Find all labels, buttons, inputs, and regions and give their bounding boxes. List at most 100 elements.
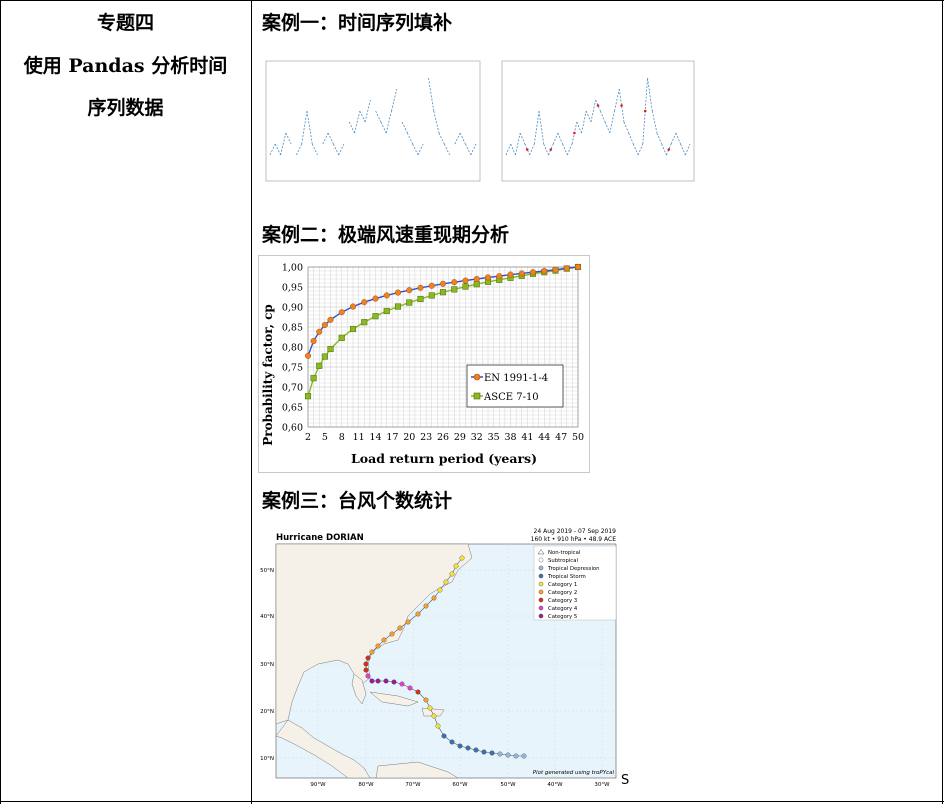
data-point-asce: [428, 292, 435, 299]
data-point-en: [529, 269, 537, 276]
data-point-asce: [349, 325, 357, 333]
table-border-left: [0, 0, 1, 804]
table-border-bottom: [0, 801, 944, 802]
data-point-en: [552, 266, 559, 273]
filled-point: [525, 148, 529, 151]
legend-label: Category 4: [548, 606, 578, 612]
data-point-asce: [327, 345, 334, 353]
legend-swatch: [538, 597, 544, 603]
x-tick-label: 47: [555, 432, 567, 443]
x-tick-label: 11: [353, 432, 365, 443]
data-point-en: [372, 295, 379, 302]
storm-track-point: [459, 555, 465, 561]
storm-track-point: [407, 685, 413, 691]
storm-track-point: [473, 747, 479, 753]
y-tick-label: 0,85: [282, 323, 303, 334]
data-point-asce: [439, 289, 447, 296]
data-point-en: [349, 303, 357, 310]
legend-swatch: [538, 557, 544, 563]
x-tick-label: 2: [305, 432, 311, 443]
y-axis-label: Probability factor, cp: [261, 304, 275, 446]
legend-marker-en: [473, 373, 481, 381]
legend-label: Category 3: [548, 598, 577, 604]
table-border-top: [0, 0, 944, 1]
longitude-label: 90°W: [310, 782, 326, 788]
legend-marker-asce: [473, 392, 481, 400]
storm-track-point: [521, 753, 527, 759]
storm-track-point: [437, 587, 443, 593]
storm-track-point: [389, 631, 395, 637]
legend-label-asce: ASCE 7-10: [483, 392, 539, 403]
storm-track-point: [399, 681, 405, 687]
case-1-title: 案例一：时间序列填补: [262, 12, 453, 34]
legend-swatch: [538, 573, 544, 579]
x-tick-label: 8: [339, 432, 345, 443]
data-point-asce: [304, 393, 312, 400]
data-point-en: [541, 267, 548, 275]
map-legend: Non-tropical Subtropical Tropical Depressi…: [533, 545, 617, 621]
storm-track-point: [423, 603, 429, 609]
x-tick-label: 29: [454, 432, 466, 443]
filled-point: [620, 104, 623, 107]
data-point-asce: [361, 319, 368, 326]
storm-track-point: [375, 678, 381, 684]
legend-swatch: [538, 565, 544, 571]
probability-factor-chart: Probability factor, cp Load return perio…: [258, 255, 590, 473]
storm-track-point: [369, 649, 375, 655]
storm-track-point: [449, 739, 455, 745]
storm-track-point: [457, 743, 463, 749]
y-tick-label: 1,00: [282, 263, 303, 274]
storm-track-point: [431, 713, 437, 719]
topic-line-2: 使用 Pandas 分析时间: [23, 55, 228, 77]
storm-track-point: [381, 637, 387, 643]
topic-line-3: 序列数据: [87, 97, 164, 119]
data-point-asce: [451, 286, 458, 293]
data-point-en: [563, 265, 570, 272]
storm-track-point: [465, 745, 471, 751]
x-tick-label: 44: [538, 432, 550, 443]
map-dates: 24 Aug 2019 - 07 Sep 2019: [534, 528, 617, 535]
data-point-asce: [383, 307, 390, 315]
longitude-label: 60°W: [452, 782, 468, 788]
storm-track-point: [405, 619, 411, 625]
data-point-en: [518, 270, 525, 277]
x-tick-label: 14: [369, 432, 381, 443]
case-2-title: 案例二：极端风速重现期分析: [262, 224, 510, 246]
data-point-en: [428, 282, 435, 289]
data-point-asce: [473, 281, 480, 288]
y-tick-label: 0,80: [282, 343, 303, 354]
data-point-en: [394, 289, 402, 296]
x-tick-label: 32: [471, 432, 483, 443]
latitude-label: 30°N: [260, 662, 274, 668]
filled-point: [596, 104, 600, 107]
stray-mark: S: [621, 773, 630, 788]
storm-track-point: [513, 753, 519, 759]
storm-track-point: [369, 678, 375, 684]
x-tick-label: 20: [403, 432, 415, 443]
legend-swatch: [538, 581, 544, 587]
legend-label-en: EN 1991-1-4: [484, 373, 548, 384]
data-point-en: [383, 292, 390, 299]
column-divider: [251, 0, 252, 804]
data-point-en: [310, 337, 317, 345]
data-point-en: [439, 280, 447, 287]
legend-label: Non-tropical: [548, 550, 580, 556]
data-point-asce: [372, 313, 379, 320]
x-tick-label: 23: [420, 432, 432, 443]
case-3-title: 案例三：台风个数统计: [262, 490, 453, 512]
x-tick-label: 41: [521, 432, 533, 443]
x-tick-label: 38: [504, 432, 516, 443]
storm-track-point: [441, 733, 447, 739]
data-point-en: [361, 299, 368, 306]
chart-legend: EN 1991-1-4 ASCE 7-10: [466, 364, 564, 408]
map-footer: Plot generated using troPYcal: [533, 770, 615, 776]
storm-track-point: [365, 655, 371, 661]
map-title: Hurricane DORIAN: [276, 533, 364, 543]
data-point-asce: [417, 295, 424, 303]
data-point-en: [451, 279, 458, 286]
storm-track-point: [415, 689, 421, 695]
latitude-label: 50°N: [260, 568, 274, 574]
longitude-label: 30°W: [594, 782, 610, 788]
longitude-label: 50°W: [500, 782, 516, 788]
y-tick-label: 0,70: [282, 383, 303, 394]
